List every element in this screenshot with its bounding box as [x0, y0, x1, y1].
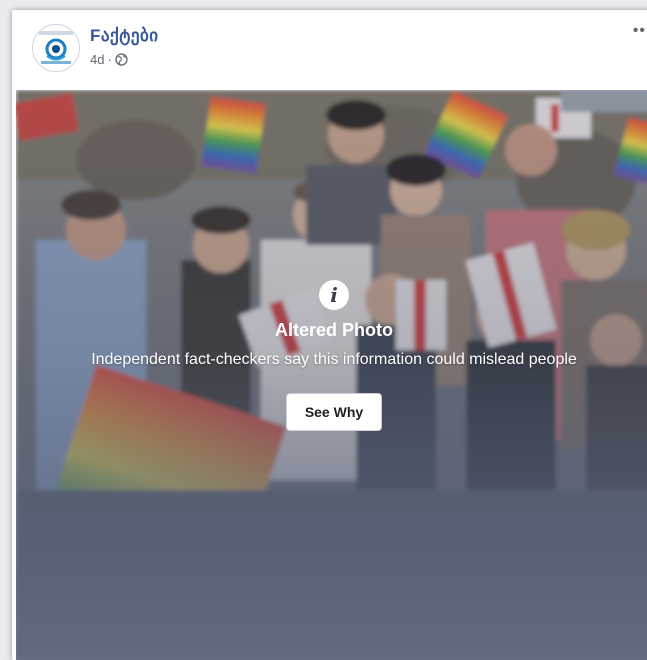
post-time[interactable]: 4d — [90, 52, 104, 67]
post-card: Fაქტები 4d · •• i Altered Photo Independ… — [12, 10, 647, 660]
info-icon: i — [319, 280, 349, 310]
globe-icon — [115, 53, 128, 66]
post-meta: 4d · — [90, 52, 128, 67]
post-photo[interactable]: i Altered Photo Independent fact-checker… — [16, 90, 647, 660]
warning-text: Independent fact-checkers say this infor… — [91, 351, 577, 368]
warning-title: Altered Photo — [274, 320, 393, 340]
page-name[interactable]: Fაქტები — [90, 26, 159, 46]
page-logo-icon — [33, 25, 79, 71]
see-why-button[interactable]: See Why — [285, 393, 383, 431]
false-info-warning: i Altered Photo Independent fact-checker… — [16, 280, 647, 431]
post-header: Fაქტები 4d · •• — [12, 10, 647, 90]
info-glyph: i — [330, 283, 338, 307]
meta-separator: · — [107, 52, 112, 67]
more-options-icon[interactable]: •• — [633, 23, 646, 39]
page-avatar[interactable] — [32, 24, 80, 72]
